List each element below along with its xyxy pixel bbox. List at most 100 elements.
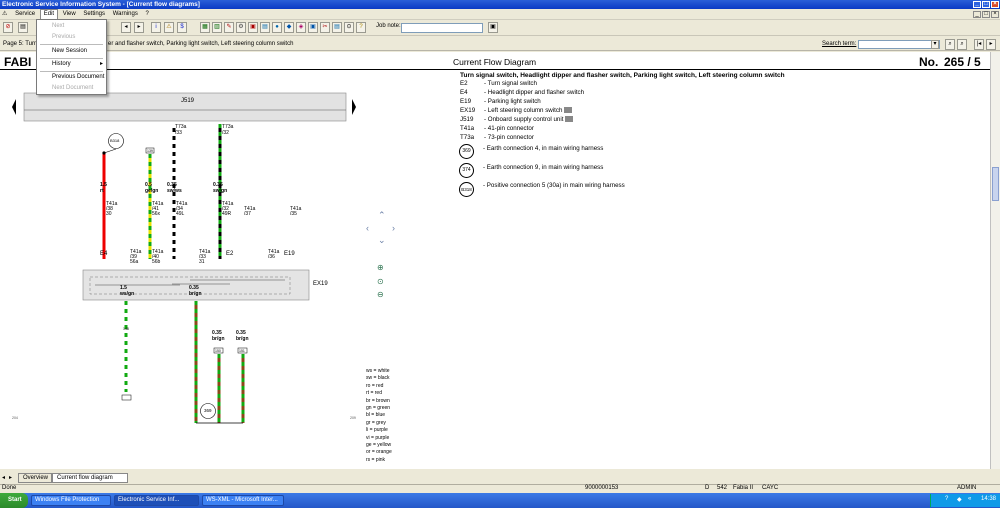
paint-icon[interactable]: ◈ xyxy=(296,22,306,33)
legend-code: T41a xyxy=(460,125,475,132)
doc-close-button[interactable]: × xyxy=(991,11,999,18)
tray-network-icon[interactable]: ◆ xyxy=(957,496,962,503)
menu-help[interactable]: ? xyxy=(143,9,152,20)
earth-desc: - Positive connection 5 (30a) in main wi… xyxy=(483,182,625,189)
scissors-icon[interactable]: ✂ xyxy=(320,22,330,33)
tray-expand-icon[interactable]: « xyxy=(968,496,971,502)
question-icon[interactable]: ? xyxy=(356,22,366,33)
doc-restore-button[interactable]: □ xyxy=(982,11,990,18)
tab-overview[interactable]: Overview xyxy=(18,473,52,483)
b318-label: B318 xyxy=(110,138,120,143)
prev-page-arrow[interactable] xyxy=(12,99,16,115)
doc-subtitle: Turn signal switch, Headlight dipper and… xyxy=(460,72,785,79)
status-code: 542 xyxy=(717,485,728,491)
menu-warnings[interactable]: Warnings xyxy=(110,9,141,20)
calculator-icon[interactable]: ▦ xyxy=(200,22,210,33)
task-windows-file-protection[interactable]: Windows File Protection xyxy=(31,495,111,506)
j519-label: J519 xyxy=(181,98,195,104)
document-area: FABI Current Flow Diagram No. 265 / 5 Tu… xyxy=(0,52,996,469)
menu-service[interactable]: Service xyxy=(12,9,38,20)
earth-label: 369 xyxy=(204,408,212,413)
forward-icon[interactable]: ▸ xyxy=(134,22,144,33)
ref-box-label: 139 xyxy=(147,149,153,153)
menu-item-previous[interactable]: Previous xyxy=(37,32,106,43)
task-esis[interactable]: Electronic Service Inf... xyxy=(114,495,199,506)
next-page-arrow[interactable] xyxy=(352,99,356,115)
camera-icon[interactable] xyxy=(564,107,573,114)
pin-label: T41a/34 49L xyxy=(176,201,188,217)
back-icon[interactable]: ◂ xyxy=(121,22,131,33)
window-title: Electronic Service Information System - … xyxy=(2,1,200,8)
menu-item-history[interactable]: History xyxy=(37,59,106,70)
status-model: Fabia II xyxy=(733,485,754,491)
menu-item-next[interactable]: Next xyxy=(37,21,106,32)
pan-down-icon[interactable]: ⌄ xyxy=(378,235,386,246)
pan-right-icon[interactable]: › xyxy=(392,223,395,233)
title-bar: Electronic Service Information System - … xyxy=(0,0,1000,9)
document-icon[interactable]: ▤ xyxy=(332,22,342,33)
submenu-arrow-icon: ▸ xyxy=(100,61,104,67)
dollar-icon[interactable]: $ xyxy=(177,22,187,33)
color-entry: li = purple xyxy=(366,427,388,434)
legend-code: E2 xyxy=(460,80,468,87)
gear-icon[interactable]: ⚙ xyxy=(236,22,246,33)
start-button[interactable]: Start xyxy=(0,493,28,508)
zoom-out-icon[interactable]: ⊖ xyxy=(377,290,384,299)
search-input[interactable] xyxy=(858,40,940,49)
page-next-icon[interactable]: ▸ xyxy=(986,39,996,50)
page-label: Page 5: Turn xyxy=(3,41,38,47)
tab-current-flow-diagram[interactable]: Current flow diagram xyxy=(52,473,128,483)
minimize-button[interactable]: _ xyxy=(973,1,981,8)
earth-374-symbol: 374 xyxy=(459,163,474,178)
tab-scroll-left-icon[interactable]: ◂ xyxy=(2,474,5,481)
wire-label: 0.35 br/gn xyxy=(236,330,249,342)
search-dropdown-icon[interactable]: ▾ xyxy=(931,40,939,49)
job-note-input[interactable] xyxy=(401,23,483,33)
task-ie[interactable]: WS-XML - Microsoft Inter... xyxy=(202,495,284,506)
print-icon[interactable]: ▤ xyxy=(18,22,28,33)
close-button[interactable]: × xyxy=(991,1,999,8)
wrench-icon[interactable]: ✎ xyxy=(224,22,234,33)
page-first-icon[interactable]: |◂ xyxy=(974,39,984,50)
tray-help-icon[interactable]: ? xyxy=(945,496,948,502)
save-note-icon[interactable]: ▣ xyxy=(488,22,498,33)
menu-item-previous-document[interactable]: Previous Document xyxy=(37,72,106,83)
scroll-thumb[interactable] xyxy=(992,167,999,201)
info-icon[interactable]: i xyxy=(151,22,161,33)
find-next-icon[interactable]: ⌕ xyxy=(957,39,967,50)
earth-369-symbol: 369 xyxy=(459,144,474,159)
zoom-fit-icon[interactable]: ⊙ xyxy=(377,277,384,286)
menu-item-new-session[interactable]: New Session xyxy=(37,46,106,57)
page-label-tail: er and flasher switch, Parking light swi… xyxy=(108,41,294,47)
vertical-scrollbar[interactable] xyxy=(990,52,1000,469)
zoom-in-icon[interactable]: ⊕ xyxy=(377,263,384,272)
earth-desc: - Earth connection 9, in main wiring har… xyxy=(483,164,604,171)
legend-desc: - 73-pin connector xyxy=(484,134,534,141)
globe-icon[interactable]: ● xyxy=(272,22,282,33)
find-icon[interactable]: ⌕ xyxy=(945,39,955,50)
menu-item-next-document[interactable]: Next Document xyxy=(37,83,106,94)
legend-desc: - Onboard supply control unit xyxy=(484,116,574,123)
pan-up-icon[interactable]: ⌃ xyxy=(378,210,386,221)
pan-left-icon[interactable]: ‹ xyxy=(366,223,369,233)
status-text: Done xyxy=(2,485,17,491)
ref-box-label: 150 xyxy=(215,349,221,353)
stop-icon[interactable]: ⊘ xyxy=(3,22,13,33)
tab-scroll-right-icon[interactable]: ▸ xyxy=(9,474,12,481)
maximize-button[interactable]: □ xyxy=(982,1,990,8)
pin-label: T41a/36 xyxy=(268,249,280,260)
diagnosis-icon[interactable]: ▣ xyxy=(248,22,258,33)
book-icon[interactable]: ▣ xyxy=(308,22,318,33)
doc-minimize-button[interactable]: _ xyxy=(973,11,981,18)
menu-edit[interactable]: Edit xyxy=(39,9,59,19)
legend-code: E19 xyxy=(460,98,472,105)
pin-label: T41a/33 31 xyxy=(199,249,211,265)
pin-icon[interactable]: ⊙ xyxy=(344,22,354,33)
warning-tool-icon[interactable]: ⚠ xyxy=(164,22,174,33)
pin-label: T41a/35 xyxy=(290,206,302,217)
color-entry: rt = red xyxy=(366,390,382,397)
car-icon[interactable]: ◆ xyxy=(284,22,294,33)
camera-icon[interactable] xyxy=(565,116,574,123)
manual-icon[interactable]: ▤ xyxy=(260,22,270,33)
parts-icon[interactable]: ▥ xyxy=(212,22,222,33)
